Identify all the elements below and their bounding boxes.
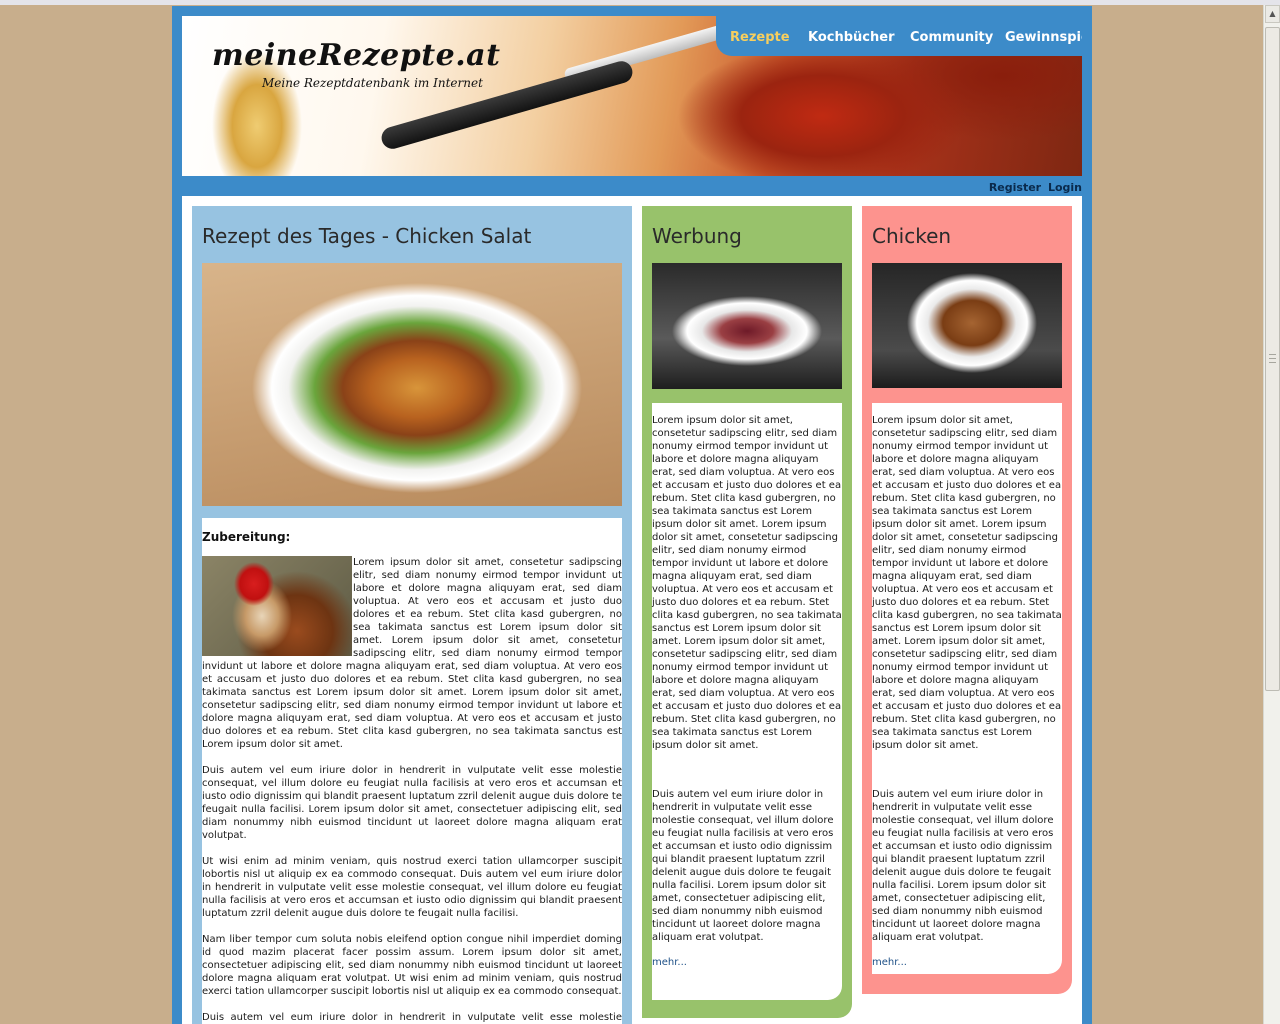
featured-recipe-title[interactable]: Rezept des Tages - Chicken Salat [202,224,531,248]
site-tagline: Meine Rezeptdatenbank im Internet [262,76,483,90]
page-frame: meineRezepte.at Meine Rezeptdatenbank im… [172,6,1092,1024]
rooster-image [202,556,352,656]
chicken-textbox: Lorem ipsum dolor sit amet, consetetur s… [872,403,1062,974]
content-area: Rezept des Tages - Chicken Salat Zuberei… [182,196,1082,1024]
featured-paragraph-3: Ut wisi enim ad minim veniam, quis nostr… [202,856,622,919]
werbung-textbox: Lorem ipsum dolor sit amet, consetetur s… [652,403,842,1000]
site-logo[interactable]: meineRezepte.at [212,38,500,73]
scroll-up-arrow-icon[interactable]: ▲ [1265,5,1280,23]
header-banner: meineRezepte.at Meine Rezeptdatenbank im… [182,16,1082,176]
werbung-body: Lorem ipsum dolor sit amet, consetetur s… [652,414,842,969]
werbung-more-link[interactable]: mehr... [652,957,687,968]
main-nav: Rezepte Kochbücher Community Gewinnspiel [716,16,1082,56]
featured-recipe-body: Lorem ipsum dolor sit amet, consetetur s… [202,556,622,1024]
werbung-title: Werbung [652,224,742,248]
werbung-paragraph-1: Lorem ipsum dolor sit amet, consetetur s… [652,415,842,751]
chicken-image[interactable] [872,263,1062,388]
scrollbar-thumb[interactable] [1265,27,1280,691]
chicken-body: Lorem ipsum dolor sit amet, consetetur s… [872,414,1062,969]
window-scrollbar[interactable]: ▲ [1263,5,1280,1024]
nav-item-kochbuecher[interactable]: Kochbücher [808,30,895,45]
featured-paragraph-4: Nam liber tempor cum soluta nobis eleife… [202,934,622,997]
werbung-paragraph-2: Duis autem vel eum iriure dolor in hendr… [652,789,834,943]
nav-item-community[interactable]: Community [910,30,993,45]
werbung-image[interactable] [652,263,842,389]
register-link[interactable]: Register [989,181,1041,194]
featured-paragraph-2: Duis autem vel eum iriure dolor in hendr… [202,765,622,841]
auth-links: Register Login [986,181,1082,194]
chicken-more-link[interactable]: mehr... [872,957,907,968]
browser-top-edge [0,0,1280,5]
chicken-title[interactable]: Chicken [872,224,951,248]
featured-paragraph-5: Duis autem vel eum iriure dolor in hendr… [202,1012,622,1023]
login-link[interactable]: Login [1048,181,1082,194]
featured-recipe-column: Rezept des Tages - Chicken Salat Zuberei… [192,206,632,1024]
featured-recipe-textbox: Zubereitung: Lorem ipsum dolor sit amet,… [202,518,622,1024]
chicken-paragraph-2: Duis autem vel eum iriure dolor in hendr… [872,789,1054,943]
chicken-paragraph-1: Lorem ipsum dolor sit amet, consetetur s… [872,415,1062,751]
chicken-column: Chicken Lorem ipsum dolor sit amet, cons… [862,206,1072,994]
grip-lines-icon [1269,354,1276,363]
preparation-heading: Zubereitung: [202,530,291,544]
nav-item-gewinnspiel[interactable]: Gewinnspiel [1005,30,1082,45]
werbung-column: Werbung Lorem ipsum dolor sit amet, cons… [642,206,852,1018]
chicken-salad-image[interactable] [202,263,622,506]
nav-item-rezepte[interactable]: Rezepte [730,30,790,45]
